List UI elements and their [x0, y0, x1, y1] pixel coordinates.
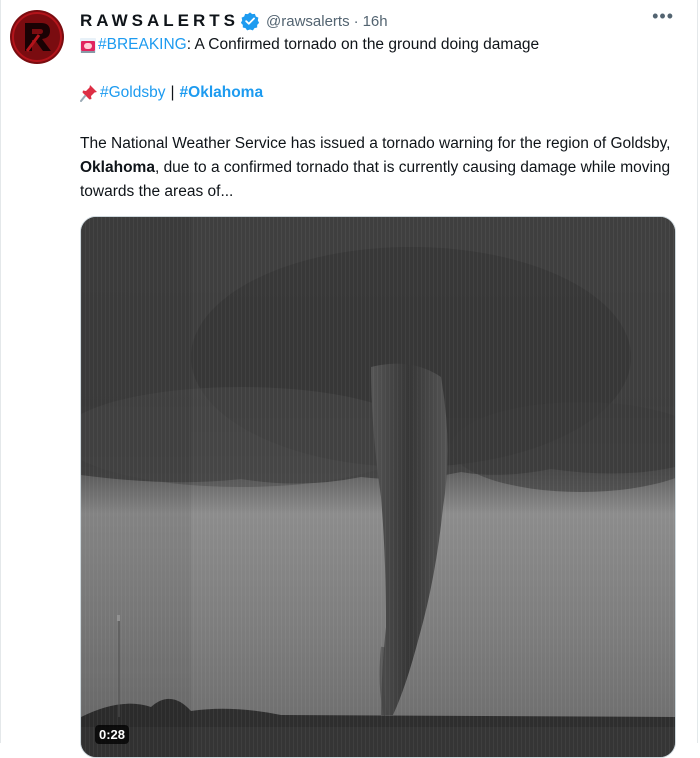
timestamp[interactable]: 16h: [363, 13, 388, 30]
hashtag-goldsby[interactable]: #Goldsby: [100, 84, 165, 102]
breaking-line: #BREAKING : A Confirmed tornado on the g…: [80, 36, 539, 54]
pushpin-emoji-icon: [80, 85, 97, 102]
video-duration: 0:28: [95, 725, 130, 744]
tweet-body: The National Weather Service has issued …: [80, 132, 676, 204]
hashtag-separator: |: [170, 84, 175, 101]
avatar[interactable]: [10, 10, 64, 64]
meta-separator: ·: [353, 12, 359, 30]
body-bold-oklahoma: Oklahoma: [80, 159, 155, 176]
tweet-header: RAWSALERTS @rawsalerts · 16h •••: [80, 6, 676, 32]
tornado-video-frame: [81, 217, 675, 757]
author-handle[interactable]: @rawsalerts: [266, 13, 350, 30]
author-name[interactable]: RAWSALERTS: [80, 11, 239, 31]
verified-badge-icon: [240, 12, 260, 31]
tweet-video[interactable]: 0:28: [80, 216, 676, 758]
hashtags-line: #Goldsby | #Oklahoma: [80, 84, 263, 102]
body-part2: , due to a confirmed tornado that is cur…: [80, 159, 671, 200]
breaking-text: : A Confirmed tornado on the ground doin…: [186, 36, 540, 53]
body-part1: The National Weather Service has issued …: [80, 135, 671, 152]
siren-emoji-icon: [80, 37, 96, 53]
timeline-border-right: [697, 0, 698, 743]
more-options-icon[interactable]: •••: [652, 6, 674, 27]
hashtag-breaking[interactable]: #BREAKING: [98, 36, 187, 54]
hashtag-oklahoma[interactable]: #Oklahoma: [180, 84, 264, 102]
timeline-border-left: [0, 0, 1, 743]
